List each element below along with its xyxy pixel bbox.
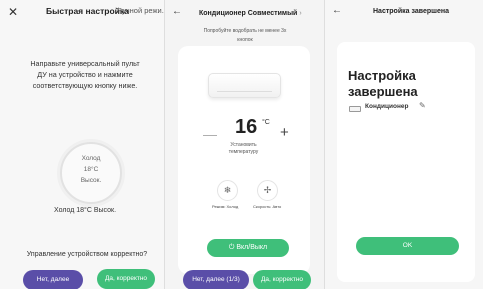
snowflake-icon[interactable]: ❄	[217, 180, 238, 201]
temp-increase-button[interactable]: +	[280, 124, 289, 141]
no-next-button[interactable]: Нет, далее (1/3)	[183, 270, 249, 289]
air-conditioner-icon	[349, 106, 361, 112]
device-name: Кондиционер	[365, 103, 409, 110]
mode-subtitle[interactable]: Ручной режи...	[117, 6, 165, 15]
chevron-right-icon: ›	[299, 10, 302, 17]
temperature-unit: °C	[262, 119, 270, 126]
yes-correct-button[interactable]: Да, корректно	[97, 269, 155, 289]
edit-icon[interactable]: ✎	[419, 101, 426, 110]
fan-icon[interactable]: ✢	[257, 180, 278, 201]
completion-heading: Настройка завершена	[348, 68, 418, 99]
ok-button[interactable]: OK	[356, 237, 459, 255]
yes-correct-button[interactable]: Да, корректно	[253, 270, 311, 289]
air-conditioner-icon	[208, 73, 281, 98]
device-type-label: Кондиционер Совместимый	[199, 10, 298, 17]
temp-decrease-button[interactable]: —	[203, 126, 217, 142]
command-caption: Холод 18°C Высок.	[53, 207, 117, 214]
instruction-text: Направьте универсальный пульт ДУ на устр…	[30, 59, 140, 90]
mode-label: Режим: Холод	[212, 204, 239, 209]
confirm-question: Управление устройством корректно?	[26, 251, 148, 258]
no-next-button[interactable]: Нет, далее	[23, 270, 83, 289]
page-title: Настройка завершена	[373, 8, 449, 15]
power-icon: ⏻	[228, 244, 235, 251]
power-label: Вкл/Выкл	[236, 244, 268, 251]
page-title[interactable]: Кондиционер Совместимый ›	[199, 10, 302, 17]
ac-remote-panel: ← Кондиционер Совместимый › Попробуйте в…	[165, 0, 325, 289]
back-arrow-icon[interactable]: ←	[172, 6, 182, 17]
setup-complete-panel: ← Настройка завершена Настройка завершен…	[325, 0, 483, 289]
circle-temp-text: 18°C	[83, 166, 99, 173]
back-arrow-icon[interactable]: ←	[332, 5, 342, 16]
fan-speed-label: Скорость: Авто	[253, 204, 282, 209]
hint-text: Попробуйте водобрать не менее 3х кнопок	[203, 28, 287, 43]
circle-speed-text: Высок.	[80, 177, 102, 184]
power-button[interactable]: ⏻ Вкл/Выкл	[207, 239, 289, 257]
circle-mode-text: Холод	[81, 155, 101, 162]
set-temperature-label: Установить температуру	[228, 142, 259, 155]
close-icon[interactable]: ✕	[8, 5, 18, 19]
test-command-button[interactable]: Холод 18°C Высок.	[60, 142, 122, 204]
quick-setup-panel: ✕ Быстрая настройка Ручной режи... Напра…	[0, 0, 165, 289]
temperature-value: 16	[235, 116, 258, 138]
